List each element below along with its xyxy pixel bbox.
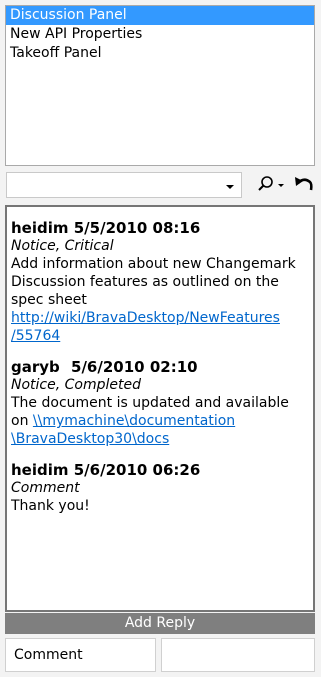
entry-header: garyb 5/6/2010 02:10 xyxy=(11,358,309,376)
discussion-entry: heidim 5/6/2010 06:26 Comment Thank you! xyxy=(7,448,313,515)
list-item-discussion-panel[interactable]: Discussion Panel xyxy=(6,6,314,25)
add-reply-button[interactable]: Add Reply xyxy=(5,613,315,634)
discussion-panel[interactable]: heidim 5/5/2010 08:16 Notice, Critical A… xyxy=(5,205,315,612)
entry-link[interactable]: \\mymachine\documentation \BravaDesktop30… xyxy=(11,413,235,447)
topic-list[interactable]: Discussion Panel New API Properties Take… xyxy=(5,5,315,166)
list-item-takeoff-panel[interactable]: Takeoff Panel xyxy=(6,44,314,63)
entry-status: Comment xyxy=(11,480,80,496)
entry-link[interactable]: http://wiki/BravaDesktop/NewFeatures/557… xyxy=(11,310,280,344)
search-button[interactable] xyxy=(253,173,289,197)
entry-user: heidim xyxy=(11,219,69,237)
entry-status: Notice, Critical xyxy=(11,238,114,254)
entry-header: heidim 5/5/2010 08:16 xyxy=(11,219,309,237)
undo-button[interactable] xyxy=(292,173,316,197)
entry-date: 5/6/2010 02:10 xyxy=(71,358,198,376)
entry-text: Thank you! xyxy=(11,498,90,514)
discussion-entry: heidim 5/5/2010 08:16 Notice, Critical A… xyxy=(7,207,313,345)
dropdown-arrow-icon[interactable] xyxy=(223,179,237,193)
entry-date: 5/5/2010 08:16 xyxy=(73,219,201,237)
list-item-new-api-properties[interactable]: New API Properties xyxy=(6,25,314,44)
reply-type-field[interactable]: Comment xyxy=(5,638,156,672)
discussion-entry: garyb 5/6/2010 02:10 Notice, Completed T… xyxy=(7,345,313,448)
reply-type-row: Comment xyxy=(5,638,315,672)
undo-icon xyxy=(295,177,313,191)
entry-text: Add information about new Changemark Dis… xyxy=(11,256,296,308)
entry-user: heidim xyxy=(11,461,69,479)
entry-text: The document is updated and available on… xyxy=(11,395,289,447)
toolbar xyxy=(5,170,315,201)
reply-status-field[interactable] xyxy=(161,638,315,672)
entry-user: garyb xyxy=(11,358,60,376)
entry-status: Notice, Completed xyxy=(11,377,141,393)
entry-date: 5/6/2010 06:26 xyxy=(73,461,201,479)
filter-combo[interactable] xyxy=(6,172,242,198)
search-icon xyxy=(258,176,284,191)
entry-header: heidim 5/6/2010 06:26 xyxy=(11,461,309,479)
